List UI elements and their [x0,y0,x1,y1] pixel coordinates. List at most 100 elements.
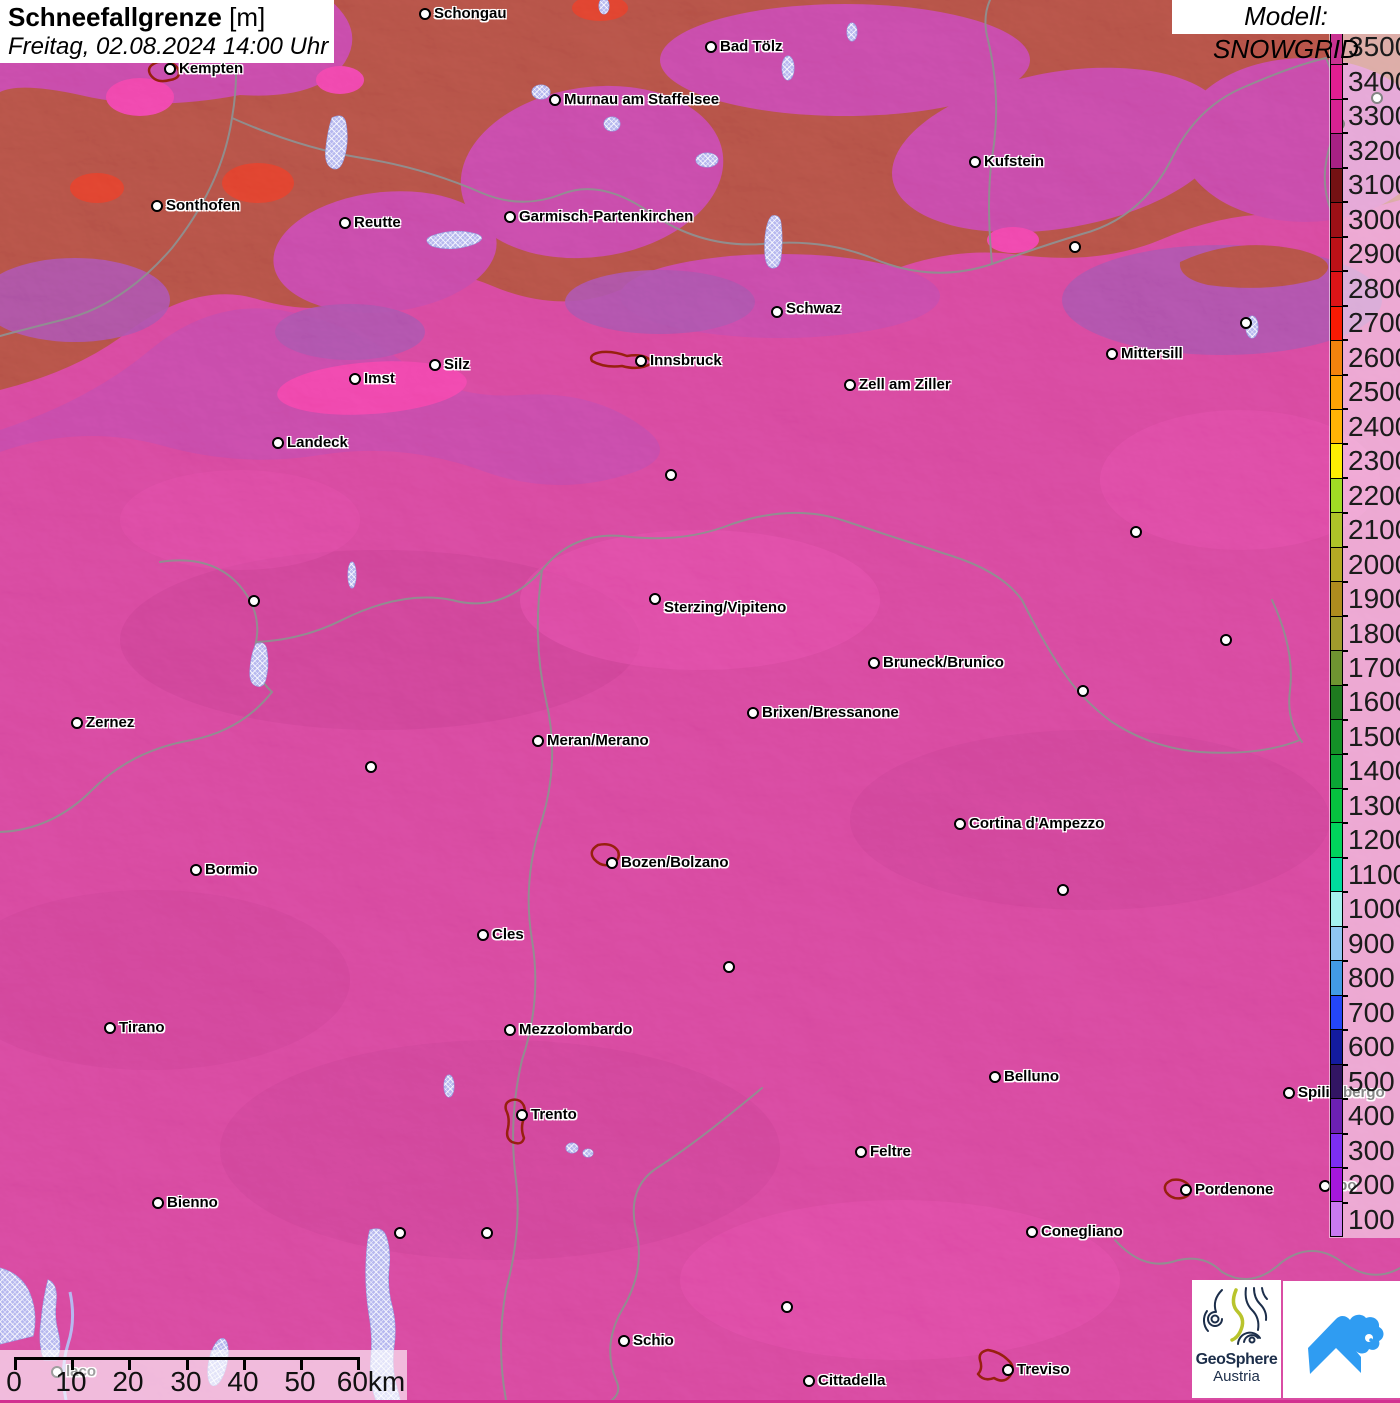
city-dot [150,199,163,212]
colorbar-value: 2300 [1348,445,1400,477]
colorbar-tick [1343,1201,1348,1204]
city-dot [548,93,561,106]
colorbar-segment [1331,926,1342,962]
colorbar-value: 1100 [1348,858,1400,890]
colorbar-segment [1331,99,1342,135]
city-label: Mezzolombardo [519,1021,633,1039]
colorbar-tick [1343,304,1348,307]
city-dot [503,1023,516,1036]
city-label: Meran/Merano [547,732,649,750]
city-dot [988,1070,1001,1083]
colorbar-value: 3400 [1348,65,1400,97]
colorbar-segment [1331,444,1342,479]
city-label: Kufstein [984,153,1044,171]
colorbar-segment [1331,1064,1342,1100]
colorbar-segment [1331,409,1342,445]
colorbar-segment [1331,341,1342,376]
city-label: Belluno [1004,1068,1059,1086]
city-label: Garmisch-Partenkirchen [519,208,694,226]
colorbar-tick [1343,994,1348,997]
colorbar-value: 200 [1348,1169,1395,1201]
city-dot [163,62,176,75]
colorbar-tick [1343,201,1348,204]
colorbar-value: 1500 [1348,720,1400,752]
colorbar-segment [1331,547,1342,583]
colorbar-segment [1331,237,1342,273]
city-dot [854,1145,867,1158]
colorbar-tick [1343,1167,1348,1170]
geosphere-contour-icon [1202,1287,1268,1345]
city-label: Landeck [287,434,348,452]
city-label: Brixen/Bressanone [762,704,899,722]
city-layer: Schongau Bad Tölz Kempten Murnau am Staffel… [0,0,1400,1400]
city-dot [1129,525,1142,538]
city-dot [151,1196,164,1209]
city-label: Tirano [119,1019,165,1037]
city-dot [1068,240,1081,253]
colorbar-value: 2400 [1348,410,1400,442]
colorbar-tick [1343,580,1348,583]
colorbar-tick [1343,822,1348,825]
city-label: Sterzing/Vipiteno [664,599,787,617]
map-title: Schneefallgrenze [8,2,222,32]
colorbar-segment [1331,168,1342,204]
city-dot [1239,316,1252,329]
city-label: Zell am Ziller [859,376,951,394]
colorbar-segment [1331,582,1342,617]
colorbar-value: 300 [1348,1134,1395,1166]
city-dot [531,734,544,747]
colorbar-tick [1343,856,1348,859]
city-dot [476,928,489,941]
colorbar-value: 1000 [1348,893,1400,925]
city-dot [634,354,647,367]
colorbar-segment [1331,616,1342,652]
city-label: Schio [633,1332,674,1350]
map-title-unit: [m] [229,2,266,32]
city-label: Sonthofen [166,197,241,215]
colorbar-segment [1331,961,1342,996]
colorbar-tick [1343,787,1348,790]
colorbar-tick [1343,925,1348,928]
city-dot [428,358,441,371]
city-label: Kempten [179,60,244,78]
colorbar-value: 2600 [1348,341,1400,373]
colorbar-segment [1331,720,1342,755]
colorbar-value: 1200 [1348,824,1400,856]
partner-logo [1283,1281,1400,1398]
title-box: Schneefallgrenze [m] Freitag, 02.08.2024… [0,0,334,63]
colorbar-tick [1343,960,1348,963]
map-datetime: Freitag, 02.08.2024 14:00 Uhr [8,32,329,60]
city-label: Murnau am Staffelsee [564,91,720,109]
colorbar-value: 1800 [1348,617,1400,649]
city-dot [1025,1225,1038,1238]
colorbar-tick [1343,684,1348,687]
city-dot [722,960,735,973]
colorbar-segment [1331,823,1342,858]
city-dot [503,210,516,223]
colorbar-value: 800 [1348,962,1395,994]
city-label: Innsbruck [650,352,722,370]
city-dot [338,216,351,229]
colorbar-segment [1331,306,1342,342]
colorbar-segment [1331,1030,1342,1065]
city-label: Cortina d'Ampezzo [969,815,1105,833]
city-label: Mittersill [1121,345,1183,363]
colorbar-segment [1331,685,1342,721]
city-label: Imst [364,370,395,388]
city-dot [802,1374,815,1387]
colorbar-tick [1343,615,1348,618]
city-dot [393,1226,406,1239]
geosphere-name: GeoSphere [1195,1351,1278,1368]
page-title: Schneefallgrenze [m] [8,2,334,33]
colorbar-value: 1600 [1348,686,1400,718]
city-dot [843,378,856,391]
city-label: Trento [531,1106,577,1124]
city-dot [1219,633,1232,646]
city-dot [189,863,202,876]
scalebar-label: 10 [55,1366,87,1397]
city-label: Bormio [205,861,258,879]
city-dot [770,305,783,318]
colorbar-value: 2700 [1348,307,1400,339]
colorbar-segment [1331,272,1342,307]
scalebar-label: 20 [112,1366,144,1397]
